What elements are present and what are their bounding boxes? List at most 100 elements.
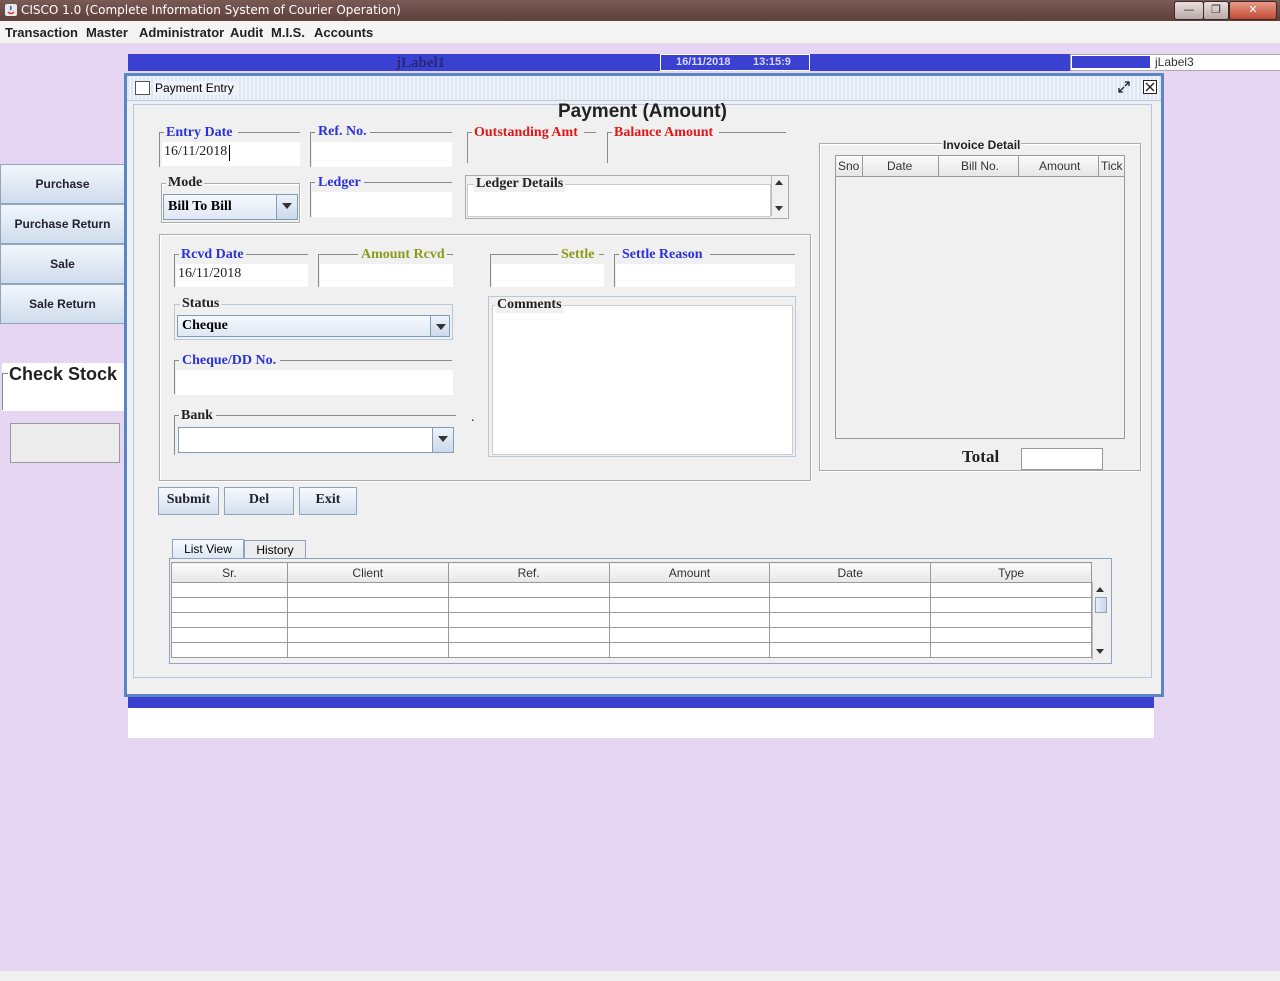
menu-audit[interactable]: Audit [230,25,263,40]
balance-border-top2 [719,132,786,133]
ledger-details-scrollbar[interactable] [771,176,787,216]
menu-mis[interactable]: M.I.S. [271,25,305,40]
table-cell[interactable] [930,627,1092,643]
table-cell[interactable] [769,642,932,658]
table-row[interactable] [171,612,1092,628]
table-row[interactable] [171,582,1092,598]
menu-accounts[interactable]: Accounts [314,25,373,40]
table-cell[interactable] [769,597,932,613]
ledger-details-label: Ledger Details [474,176,566,192]
bank-select[interactable] [178,427,454,453]
table-cell[interactable] [930,642,1092,658]
sidebar-sale-button[interactable]: Sale [0,244,125,284]
list-col-type[interactable]: Type [930,562,1092,583]
table-cell[interactable] [608,627,771,643]
table-cell[interactable] [171,627,288,643]
table-cell[interactable] [769,582,932,598]
maximize-button[interactable]: ❐ [1203,1,1229,20]
table-cell[interactable] [930,612,1092,628]
settle-reason-input[interactable] [616,264,795,287]
table-cell[interactable] [447,582,610,598]
table-cell[interactable] [447,642,610,658]
close-button[interactable]: ✕ [1229,1,1277,20]
list-col-sr[interactable]: Sr. [171,562,288,583]
frame-close-icon[interactable] [1143,80,1157,94]
table-cell[interactable] [608,597,771,613]
check-stock-button[interactable] [10,423,120,463]
table-cell[interactable] [930,582,1092,598]
table-row[interactable] [171,597,1092,613]
list-col-client[interactable]: Client [286,562,449,583]
status-dropdown-arrow-icon[interactable] [430,316,449,336]
table-cell[interactable] [286,612,449,628]
table-cell[interactable] [286,627,449,643]
table-cell[interactable] [286,582,449,598]
invoice-col-bill-no[interactable]: Bill No. [961,159,999,173]
invoice-col-sno[interactable]: Sno [838,159,859,173]
table-cell[interactable] [608,612,771,628]
table-cell[interactable] [286,642,449,658]
settle-input[interactable] [492,264,604,287]
ref-no-border-top [310,132,315,133]
scroll-up-icon[interactable] [775,180,783,185]
invoice-col-date[interactable]: Date [887,159,912,173]
status-select[interactable]: Cheque [177,315,450,337]
menu-master[interactable]: Master [86,25,128,40]
table-cell[interactable] [171,582,288,598]
invoice-col-sep [938,156,939,176]
list-col-amount[interactable]: Amount [608,562,771,583]
scroll-down-icon[interactable] [775,206,783,211]
scroll-down-icon[interactable] [1096,649,1104,654]
invoice-col-tick[interactable]: Tick [1101,159,1123,173]
table-cell[interactable] [447,597,610,613]
amount-rcvd-input[interactable] [320,264,453,287]
tab-list-view[interactable]: List View [172,539,244,558]
ref-no-border [310,132,311,167]
table-cell[interactable] [171,597,288,613]
table-cell[interactable] [447,612,610,628]
invoice-col-amount[interactable]: Amount [1039,159,1080,173]
scroll-up-icon[interactable] [1096,587,1104,592]
comments-textarea[interactable] [492,305,793,455]
table-cell[interactable] [930,597,1092,613]
table-cell[interactable] [286,597,449,613]
table-cell[interactable] [171,642,288,658]
table-cell[interactable] [769,627,932,643]
bank-border [174,415,175,455]
ledger-input[interactable] [312,192,452,217]
table-cell[interactable] [769,612,932,628]
minimize-button[interactable]: — [1174,1,1204,20]
table-row[interactable] [171,627,1092,643]
comments-label: Comments [495,297,564,313]
text-caret [229,145,230,161]
exit-button[interactable]: Exit [299,487,357,515]
table-cell[interactable] [171,612,288,628]
list-col-ref[interactable]: Ref. [447,562,610,583]
entry-date-value: 16/11/2018 [164,144,228,159]
table-row[interactable] [171,642,1092,658]
sidebar-sale-return-button[interactable]: Sale Return [0,284,125,324]
table-cell[interactable] [608,642,771,658]
bank-dropdown-arrow-icon[interactable] [432,428,453,452]
ref-no-input[interactable] [312,142,452,167]
table-cell[interactable] [447,627,610,643]
mode-dropdown-arrow-icon[interactable] [276,195,297,219]
menu-administrator[interactable]: Administrator [139,25,224,40]
datetime-box: 16/11/2018 13:15:9 [660,54,810,71]
del-button[interactable]: Del [224,487,294,515]
frame-restore-icon[interactable] [1117,80,1131,94]
scroll-thumb[interactable] [1095,597,1107,613]
cheque-no-input[interactable] [176,370,453,395]
sidebar-purchase-button[interactable]: Purchase [0,164,125,204]
menu-transaction[interactable]: Transaction [5,25,78,40]
entry-date-input[interactable]: 16/11/2018 [162,142,300,166]
frame-title-bar[interactable]: Payment Entry [127,76,1161,101]
tab-history[interactable]: History [244,540,306,559]
list-scrollbar[interactable] [1092,582,1108,660]
sidebar-purchase-return-button[interactable]: Purchase Return [0,204,125,244]
mode-select[interactable]: Bill To Bill [163,194,298,220]
rcvd-date-input[interactable]: 16/11/2018 [176,264,308,287]
table-cell[interactable] [608,582,771,598]
list-col-date[interactable]: Date [769,562,932,583]
submit-button[interactable]: Submit [158,487,219,515]
